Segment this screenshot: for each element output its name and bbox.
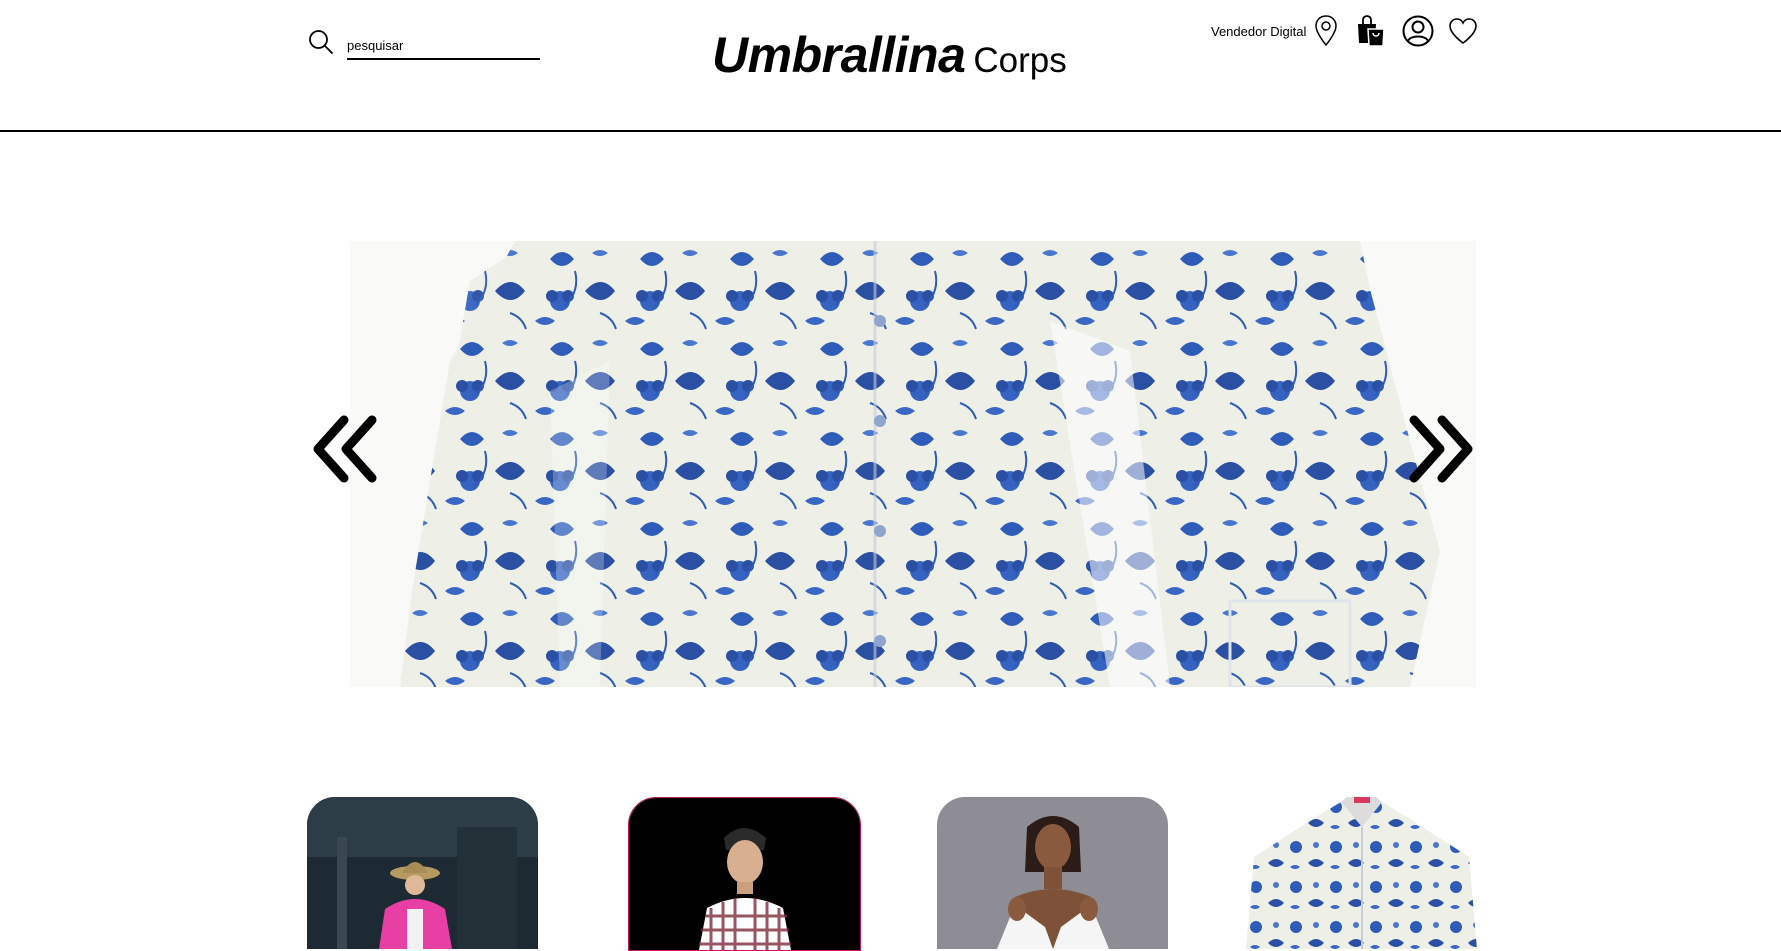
double-chevron-left-icon[interactable] bbox=[310, 414, 378, 484]
product-image-man-plaid-shirt bbox=[629, 798, 860, 950]
product-card-1[interactable] bbox=[307, 797, 538, 949]
header-divider bbox=[0, 130, 1781, 132]
search-bar bbox=[308, 28, 543, 60]
vendor-link[interactable]: Vendedor Digital bbox=[1211, 24, 1306, 39]
search-input[interactable] bbox=[347, 34, 540, 60]
user-profile-icon[interactable] bbox=[1402, 15, 1434, 47]
product-card-3[interactable] bbox=[937, 797, 1168, 949]
brand-suffix: Corps bbox=[973, 41, 1067, 80]
product-image-woman-white-shirt bbox=[937, 797, 1168, 949]
product-image-woman-pink-jacket bbox=[307, 797, 538, 949]
product-grid bbox=[307, 797, 1477, 951]
product-card-2[interactable] bbox=[628, 797, 861, 951]
brand-name: Umbrallina bbox=[712, 27, 966, 83]
location-pin-icon[interactable] bbox=[1314, 14, 1338, 48]
heart-icon[interactable] bbox=[1448, 17, 1478, 45]
site-header: UmbrallinaCorps Vendedor Digital bbox=[0, 0, 1781, 132]
product-card-4[interactable] bbox=[1246, 797, 1477, 949]
shopping-bag-icon[interactable] bbox=[1356, 15, 1386, 47]
hero-carousel bbox=[310, 241, 1476, 687]
double-chevron-right-icon[interactable] bbox=[1408, 414, 1476, 484]
banner-image[interactable] bbox=[350, 241, 1476, 687]
search-icon[interactable] bbox=[308, 29, 334, 55]
product-image-floral-shirt bbox=[1246, 797, 1477, 949]
brand-logo[interactable]: Umbrallina Corps bbox=[712, 26, 1067, 86]
header-actions: Vendedor Digital bbox=[1211, 13, 1478, 49]
